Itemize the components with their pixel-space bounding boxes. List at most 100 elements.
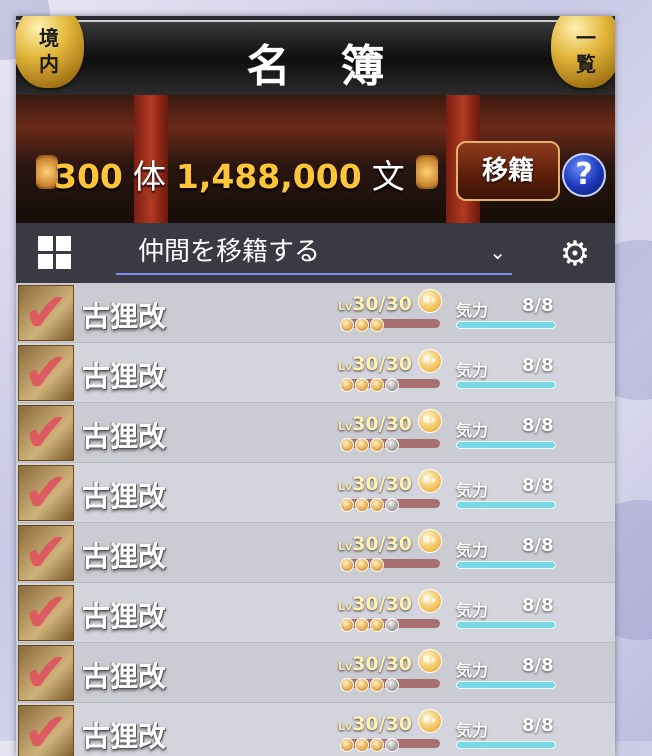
shrine-banner: 300 体 1,488,000 文 移籍 ? <box>16 95 615 223</box>
lantern <box>416 155 438 189</box>
list-item[interactable]: ✔ 古狸改 Lv30/30 R+ 気力 8/8 <box>16 463 615 523</box>
ally-list: ✔ 古狸改 Lv30/30 R+ 気力 8/8 ✔ 古狸改 Lv30/30 R+ 気力 8/8 ✔ 古狸改… <box>16 283 615 756</box>
ally-name: 古狸改 <box>82 300 167 333</box>
action-select-value: 仲間を移籍する <box>138 237 321 267</box>
action-select[interactable]: 仲間を移籍する ⌄ <box>116 231 512 275</box>
list-item[interactable]: ✔ 古狸改 Lv30/30 R+ 気力 8/8 <box>16 703 615 756</box>
rank-gem-icon <box>385 438 399 452</box>
rank-gems <box>340 377 400 392</box>
stamina-label: 気力 <box>456 301 489 320</box>
rarity-badge: R+ <box>418 529 442 553</box>
checkmark-icon: ✔ <box>23 401 69 464</box>
rank-gem-icon <box>370 498 384 512</box>
stamina-bar <box>456 321 556 329</box>
level-text: Lv30/30 <box>338 353 412 375</box>
bell-text-bottom: 覧 <box>576 52 596 76</box>
rank-gems <box>340 557 385 572</box>
level-value: 30/30 <box>352 653 413 675</box>
list-item[interactable]: ✔ 古狸改 Lv30/30 R+ 気力 8/8 <box>16 283 615 343</box>
checkmark-icon: ✔ <box>23 341 69 404</box>
stamina-value: 8/8 <box>522 655 554 676</box>
stamina-label: 気力 <box>456 661 489 680</box>
stamina-label: 気力 <box>456 721 489 740</box>
ally-name: 古狸改 <box>82 420 167 453</box>
stamina-bar <box>456 561 556 569</box>
level-text: Lv30/30 <box>338 473 412 495</box>
rank-gems <box>340 617 400 632</box>
level-value: 30/30 <box>352 593 413 615</box>
level-prefix: Lv <box>338 600 353 613</box>
level-value: 30/30 <box>352 293 413 315</box>
list-item[interactable]: ✔ 古狸改 Lv30/30 R+ 気力 8/8 <box>16 403 615 463</box>
ally-name: 古狸改 <box>82 600 167 633</box>
rank-gem-icon <box>340 558 354 572</box>
level-value: 30/30 <box>352 713 413 735</box>
stamina-value: 8/8 <box>522 355 554 376</box>
ally-count-unit: 体 <box>132 157 166 196</box>
level-text: Lv30/30 <box>338 713 412 735</box>
level-text: Lv30/30 <box>338 593 412 615</box>
counts: 300 体 1,488,000 文 <box>54 150 415 198</box>
rank-gem-icon <box>355 618 369 632</box>
level-value: 30/30 <box>352 353 413 375</box>
rarity-badge: R+ <box>418 409 442 433</box>
ally-name: 古狸改 <box>82 540 167 573</box>
stamina-bar <box>456 381 556 389</box>
ally-name: 古狸改 <box>82 360 167 393</box>
level-prefix: Lv <box>338 300 353 313</box>
chevron-down-icon: ⌄ <box>489 240 506 264</box>
gear-icon[interactable]: ⚙ <box>557 236 593 272</box>
list-item[interactable]: ✔ 古狸改 Lv30/30 R+ 気力 8/8 <box>16 583 615 643</box>
rank-gem-icon <box>355 738 369 752</box>
stamina-label: 気力 <box>456 361 489 380</box>
bell-text-top: 一 <box>576 26 596 50</box>
grid-view-icon[interactable] <box>38 236 72 270</box>
rank-gem-icon <box>370 438 384 452</box>
list-item[interactable]: ✔ 古狸改 Lv30/30 R+ 気力 8/8 <box>16 343 615 403</box>
rank-gem-icon <box>355 378 369 392</box>
list-item[interactable]: ✔ 古狸改 Lv30/30 R+ 気力 8/8 <box>16 643 615 703</box>
page-title: 名簿 <box>246 41 435 92</box>
level-value: 30/30 <box>352 533 413 555</box>
rank-gem-icon <box>340 678 354 692</box>
rank-gems <box>340 677 400 692</box>
rank-gem-icon <box>370 678 384 692</box>
level-value: 30/30 <box>352 413 413 435</box>
rank-gem-icon <box>370 738 384 752</box>
level-prefix: Lv <box>338 360 353 373</box>
bell-text-bottom: 内 <box>39 52 59 76</box>
level-text: Lv30/30 <box>338 533 412 555</box>
stamina-bar <box>456 741 556 749</box>
rank-gem-icon <box>370 558 384 572</box>
rarity-badge: R+ <box>418 709 442 733</box>
stamina-value: 8/8 <box>522 475 554 496</box>
ally-name: 古狸改 <box>82 480 167 513</box>
rank-gem-icon <box>340 318 354 332</box>
rarity-badge: R+ <box>418 349 442 373</box>
level-value: 30/30 <box>352 473 413 495</box>
rank-gem-icon <box>385 738 399 752</box>
stamina-value: 8/8 <box>522 415 554 436</box>
roster-panel: 名簿 境 内 一 覧 300 体 1,488,000 文 移籍 ? 仲間を移籍する ⌄… <box>16 16 615 756</box>
stamina-value: 8/8 <box>522 295 554 316</box>
transfer-button[interactable]: 移籍 <box>456 141 560 201</box>
shrine-grounds-bell-button[interactable]: 境 内 <box>16 16 84 88</box>
rank-gem-icon <box>340 498 354 512</box>
rank-gem-icon <box>370 378 384 392</box>
level-text: Lv30/30 <box>338 653 412 675</box>
list-bell-button[interactable]: 一 覧 <box>551 16 615 88</box>
ally-count: 300 <box>54 157 123 196</box>
list-item[interactable]: ✔ 古狸改 Lv30/30 R+ 気力 8/8 <box>16 523 615 583</box>
level-text: Lv30/30 <box>338 293 412 315</box>
rank-gem-icon <box>340 438 354 452</box>
stamina-value: 8/8 <box>522 595 554 616</box>
bell-text-top: 境 <box>39 26 59 50</box>
stamina-value: 8/8 <box>522 715 554 736</box>
help-button[interactable]: ? <box>562 153 606 197</box>
rank-gem-icon <box>340 738 354 752</box>
rank-gem-icon <box>340 378 354 392</box>
rank-gem-icon <box>385 678 399 692</box>
stamina-bar <box>456 501 556 509</box>
rank-gem-icon <box>370 618 384 632</box>
rank-gems <box>340 317 385 332</box>
